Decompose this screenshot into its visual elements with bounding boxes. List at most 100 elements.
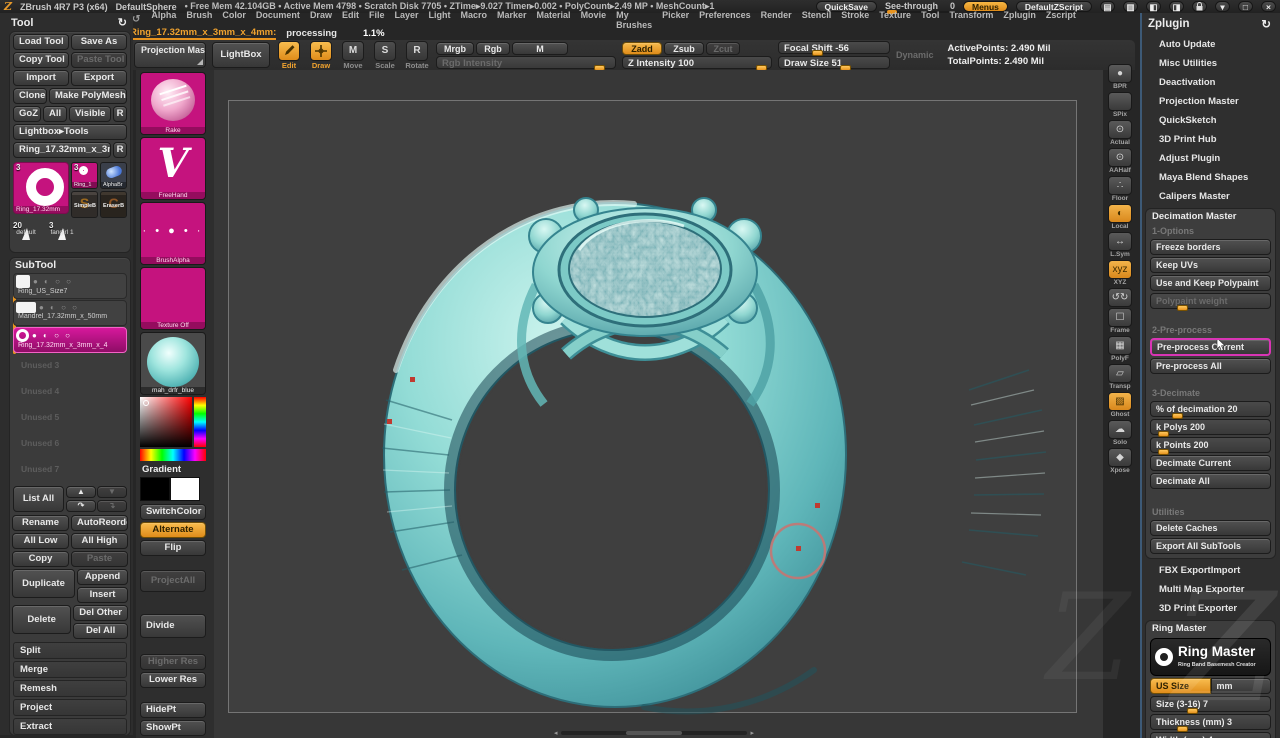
edit-mode-button[interactable]: Edit: [276, 41, 302, 70]
color-picker[interactable]: [140, 397, 206, 461]
tool-thumbnail[interactable]: C EraserB: [100, 191, 127, 218]
recall-icon[interactable]: ↺: [132, 14, 140, 25]
secondary-color-swatch[interactable]: [170, 477, 200, 501]
z-intensity-slider[interactable]: Z Intensity 100: [622, 56, 772, 69]
quick-tool[interactable]: 20 default: [13, 221, 39, 249]
palette-toggle-icon[interactable]: ▤: [1100, 1, 1115, 12]
load-tool-button[interactable]: Load Tool: [13, 34, 69, 50]
ring-master-title[interactable]: Ring Master: [1148, 621, 1273, 636]
refresh-icon[interactable]: ↻: [118, 16, 127, 29]
subtool-unused-item[interactable]: Unused 6: [13, 432, 127, 457]
ring-master-slider[interactable]: Thickness (mm) 3: [1150, 714, 1271, 730]
scroll-right-icon[interactable]: ▸: [750, 729, 754, 737]
goz-button[interactable]: GoZ: [13, 106, 41, 122]
decimate-all-button[interactable]: Decimate All: [1150, 473, 1271, 489]
m-button[interactable]: M: [512, 42, 568, 55]
import-button[interactable]: Import: [13, 70, 69, 86]
restore-button[interactable]: □: [1238, 1, 1253, 12]
export-button[interactable]: Export: [71, 70, 127, 86]
brush-picker-icon[interactable]: ◧: [1146, 1, 1161, 12]
subtool-item[interactable]: ● ◐ ○ ○ Mandrel_17.32mm_x_50mm: [13, 300, 127, 326]
tool-thumbnail[interactable]: AlphaBr: [100, 162, 127, 189]
save-as-button[interactable]: Save As: [71, 34, 127, 50]
view-toggle-button[interactable]: ☁ Solo: [1105, 420, 1135, 447]
goz-all-button[interactable]: All: [43, 106, 67, 122]
view-toggle-button[interactable]: ◐ Local: [1105, 204, 1135, 231]
zcut-button[interactable]: Zcut: [706, 42, 740, 55]
lightbox-button[interactable]: LightBox: [212, 42, 270, 68]
paste-subtool-button[interactable]: Paste: [71, 551, 128, 567]
hue-strip-vertical[interactable]: [194, 397, 206, 447]
zadd-button[interactable]: Zadd: [622, 42, 662, 55]
view-toggle-button[interactable]: ☐ Frame: [1105, 308, 1135, 335]
delete-button[interactable]: Delete: [12, 605, 71, 634]
collapsed-section-header[interactable]: Remesh: [13, 680, 127, 697]
dynamic-toggle[interactable]: Dynamic: [896, 50, 934, 60]
decimation-slider[interactable]: k Points 200: [1150, 437, 1271, 453]
lightbox-tools-button[interactable]: Lightbox▸Tools: [13, 124, 127, 140]
preprocess-current-button[interactable]: Pre-process Current: [1150, 338, 1271, 356]
palette-toggle-icon[interactable]: ▥: [1123, 1, 1138, 12]
view-toggle-button[interactable]: ↔ L.Sym: [1105, 232, 1135, 259]
all-low-button[interactable]: All Low: [12, 533, 69, 549]
delete-caches-button[interactable]: Delete Caches: [1150, 520, 1271, 536]
draw-size-slider[interactable]: Draw Size 51: [778, 56, 890, 69]
tool-thumbnail[interactable]: 3 Ring_1: [71, 162, 98, 189]
lock-icon[interactable]: [1192, 1, 1207, 12]
view-toggle-button[interactable]: SPix: [1105, 92, 1135, 119]
zplugin-subpalette-header[interactable]: QuickSketch: [1144, 111, 1277, 130]
hidept-button[interactable]: HidePt: [140, 702, 206, 718]
view-toggle-button[interactable]: ↺↻: [1105, 288, 1135, 307]
tool-thumbnail[interactable]: S SimpleB: [71, 191, 98, 218]
color-picker-icon[interactable]: ◨: [1169, 1, 1184, 12]
view-toggle-button[interactable]: ▨ Ghost: [1105, 392, 1135, 419]
higher-res-shelf-button[interactable]: Higher Res: [140, 654, 206, 670]
copy-subtool-button[interactable]: Copy: [12, 551, 69, 567]
zplugin-subpalette-header[interactable]: Misc Utilities: [1144, 54, 1277, 73]
clone-button[interactable]: Clone: [13, 88, 47, 104]
current-tool-button[interactable]: Ring_17.32mm_x_3m: [13, 142, 111, 158]
ring-model[interactable]: [214, 70, 1103, 738]
decimation-master-title[interactable]: Decimation Master: [1148, 209, 1273, 224]
mm-toggle[interactable]: mm: [1211, 678, 1272, 694]
decimation-slider[interactable]: k Polys 200: [1150, 419, 1271, 435]
zplugin-subpalette-header[interactable]: Multi Map Exporter: [1144, 580, 1277, 599]
append-button[interactable]: Append: [77, 569, 128, 585]
gradient-label[interactable]: Gradient: [140, 463, 214, 476]
menu-item[interactable]: Tool: [916, 10, 944, 30]
list-all-button[interactable]: List All: [13, 486, 64, 512]
menu-item[interactable]: Stencil: [797, 10, 837, 30]
menu-item[interactable]: Transform: [944, 10, 998, 30]
subtool-unused-item[interactable]: Unused 3: [13, 354, 127, 379]
view-toggle-button[interactable]: ⊙ Actual: [1105, 120, 1135, 147]
mrgb-button[interactable]: Mrgb: [436, 42, 474, 55]
zplugin-subpalette-header[interactable]: Adjust Plugin: [1144, 149, 1277, 168]
hue-strip-horizontal[interactable]: [140, 449, 206, 461]
view-toggle-button[interactable]: ⊙ AAHalf: [1105, 148, 1135, 175]
collapsed-section-header[interactable]: Project: [13, 699, 127, 716]
document-canvas[interactable]: ◂ ▸: [214, 70, 1103, 738]
ring-master-slider[interactable]: Width (mm) 4: [1150, 732, 1271, 738]
subtool-item[interactable]: ● ◐ ○ ○ Ring_US_Size7: [13, 273, 127, 299]
rgb-button[interactable]: Rgb: [476, 42, 510, 55]
all-high-button[interactable]: All High: [71, 533, 128, 549]
zplugin-subpalette-header[interactable]: FBX ExportImport: [1144, 561, 1277, 580]
goz-visible-button[interactable]: Visible: [69, 106, 111, 122]
rename-button[interactable]: Rename: [12, 515, 69, 531]
divide-button[interactable]: Divide: [140, 614, 206, 638]
menu-item[interactable]: Texture: [874, 10, 916, 30]
zplugin-subpalette-header[interactable]: Maya Blend Shapes: [1144, 168, 1277, 187]
switchcolor-button[interactable]: SwitchColor: [140, 504, 206, 520]
quick-tool[interactable]: 3 fangirl 1: [49, 221, 75, 249]
zsub-button[interactable]: Zsub: [664, 42, 704, 55]
scale-mode-button[interactable]: S Scale: [372, 41, 398, 70]
rgb-intensity-slider[interactable]: Rgb Intensity: [436, 56, 616, 69]
material-selector[interactable]: mah_drfr_blue: [140, 332, 206, 395]
zplugin-subpalette-header[interactable]: Auto Update: [1144, 35, 1277, 54]
texture-selector[interactable]: Texture Off: [140, 267, 206, 330]
rotate-mode-button[interactable]: R Rotate: [404, 41, 430, 70]
current-tool-thumbnail[interactable]: 3 Ring_17.32mm: [13, 162, 69, 214]
subtool-unused-item[interactable]: Unused 7: [13, 458, 127, 483]
make-polymesh3d-button[interactable]: Make PolyMesh3D: [49, 88, 127, 104]
alternate-button[interactable]: Alternate: [140, 522, 206, 538]
